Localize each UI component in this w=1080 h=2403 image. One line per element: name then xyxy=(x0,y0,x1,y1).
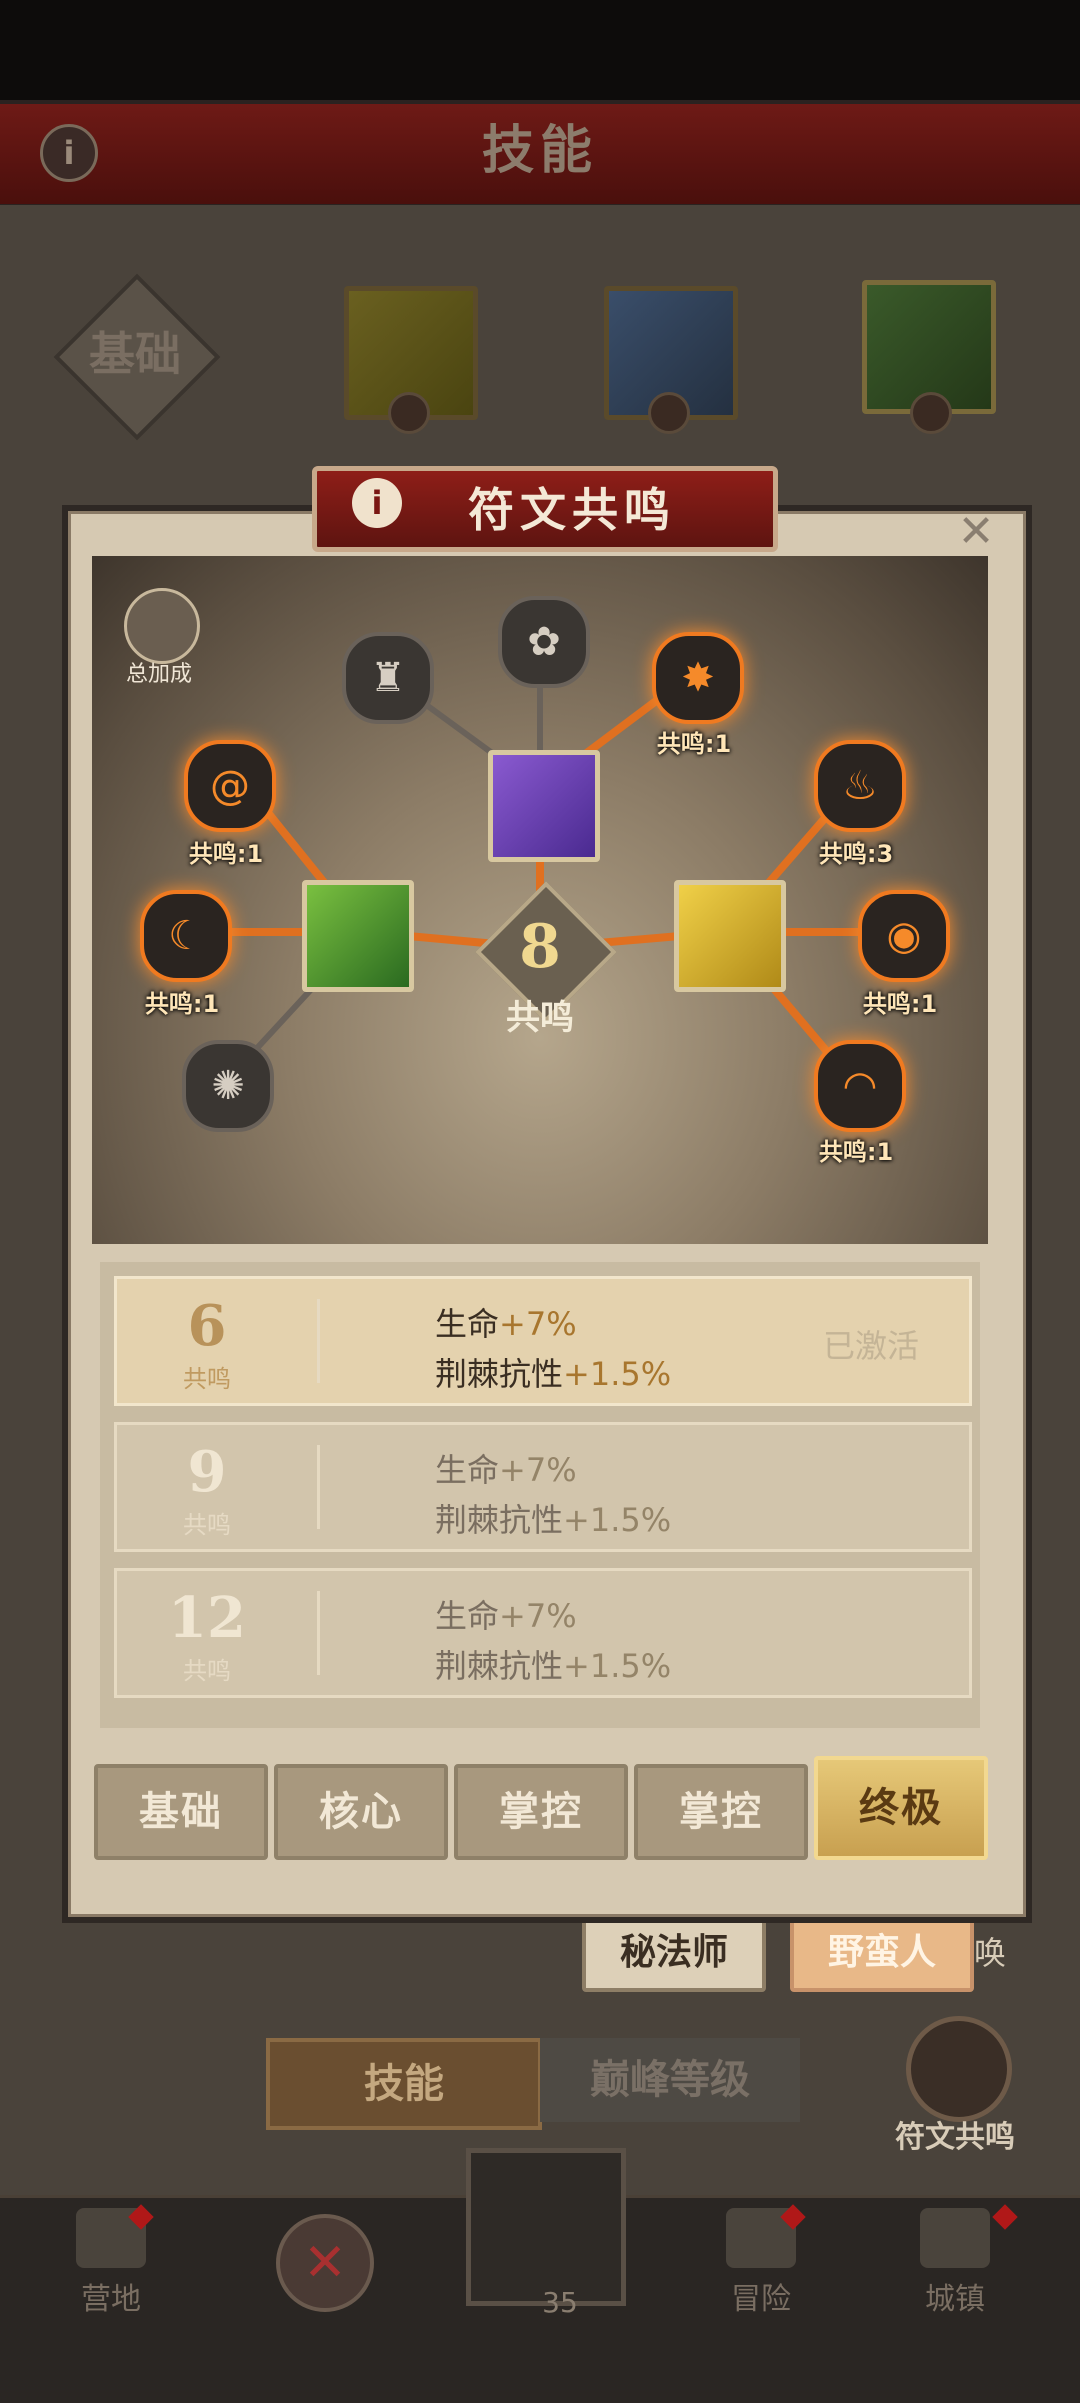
node-count: 共鸣:1 xyxy=(656,730,732,758)
hero-portrait-slot[interactable] xyxy=(466,2148,626,2306)
tier-stat-2: 荆棘抗性+1.5% xyxy=(435,1647,672,1685)
rune-node-wave[interactable]: ◠ xyxy=(814,1040,906,1132)
tier-stat-1: 生命+7% xyxy=(435,1597,577,1635)
tier-stat-1: 生命+7% xyxy=(435,1451,577,1489)
tower-icon: ♜ xyxy=(370,655,406,701)
tab-skills[interactable]: 技能 xyxy=(266,2038,542,2130)
rune-badge-icon xyxy=(910,392,952,434)
skill-icon-spirit[interactable] xyxy=(674,880,786,992)
currency-count: 35 xyxy=(542,2286,578,2319)
rune-badge-icon xyxy=(388,392,430,434)
rune-node-flame[interactable]: ♨ xyxy=(814,740,906,832)
eye-icon: ◉ xyxy=(886,913,922,959)
close-icon[interactable]: ✕ xyxy=(952,508,1000,556)
burst-icon: ✸ xyxy=(681,655,715,701)
splat-icon: ✺ xyxy=(211,1063,245,1109)
rune-node-burst[interactable]: ✸ xyxy=(652,632,744,724)
total-bonus-label: 总加成 xyxy=(125,662,192,687)
node-count: 共鸣:1 xyxy=(818,1138,894,1166)
tab-mastery-1[interactable]: 掌控 xyxy=(454,1764,628,1860)
status-bar-area xyxy=(0,0,1080,100)
page-title: 技能 xyxy=(481,121,598,181)
resonance-total-label: 共鸣 xyxy=(506,998,574,1038)
flower-icon: ✿ xyxy=(527,619,561,665)
tier-threshold: 12 xyxy=(168,1585,246,1651)
tab-mastery-2[interactable]: 掌控 xyxy=(634,1764,808,1860)
info-icon[interactable]: i xyxy=(352,478,402,528)
claw-icon: ☾ xyxy=(168,913,204,959)
divider xyxy=(317,1299,320,1383)
tier-stat-2: 荆棘抗性+1.5% xyxy=(435,1355,672,1393)
resonance-total-value: 8 xyxy=(519,912,561,982)
rune-node-tower[interactable]: ♜ xyxy=(342,632,434,724)
wave-icon: ◠ xyxy=(842,1063,878,1109)
tier-threshold: 6 xyxy=(187,1293,227,1359)
tier-unit: 共鸣 xyxy=(183,1657,231,1685)
class-button-barbarian[interactable]: 野蛮人 xyxy=(790,1914,974,1992)
rune-resonance-icon[interactable] xyxy=(906,2016,1012,2122)
tab-core[interactable]: 核心 xyxy=(274,1764,448,1860)
tab-basic[interactable]: 基础 xyxy=(94,1764,268,1860)
flame-icon: ♨ xyxy=(842,763,878,809)
skill-icon-demon[interactable] xyxy=(488,750,600,862)
rune-node-eye[interactable]: ◉ xyxy=(858,890,950,982)
node-count: 共鸣:1 xyxy=(188,840,264,868)
tier-unit: 共鸣 xyxy=(183,1511,231,1539)
nav-item-adventure[interactable]: 冒险 xyxy=(686,2208,836,2318)
node-count: 共鸣:1 xyxy=(144,990,220,1018)
nav-label-camp: 营地 xyxy=(81,2282,141,2317)
tier-status-stamp: 已激活 xyxy=(822,1327,919,1365)
node-count: 共鸣:1 xyxy=(862,990,938,1018)
nav-label-adventure: 冒险 xyxy=(731,2282,791,2317)
partial-label: 唤 xyxy=(974,1934,1007,1972)
tier-row: 6 共鸣 生命+7% 荆棘抗性+1.5% 已激活 xyxy=(114,1276,972,1406)
nav-label-town: 城镇 xyxy=(925,2282,985,2317)
tier-stat-1: 生命+7% xyxy=(435,1305,577,1343)
rune-badge-icon xyxy=(648,392,690,434)
basic-hero-tab[interactable]: 基础 xyxy=(60,318,210,384)
nav-item-camp[interactable]: 营地 xyxy=(36,2208,186,2318)
tier-row: 9 共鸣 生命+7% 荆棘抗性+1.5% xyxy=(114,1422,972,1552)
tab-peak-level[interactable]: 巅峰等级 xyxy=(540,2038,800,2122)
swirl-icon: @ xyxy=(210,763,250,809)
tier-unit: 共鸣 xyxy=(183,1365,231,1393)
divider xyxy=(317,1445,320,1529)
node-count: 共鸣:3 xyxy=(818,840,894,868)
skill-icon-vine[interactable] xyxy=(302,880,414,992)
tier-threshold: 9 xyxy=(187,1439,227,1505)
rune-node-splat[interactable]: ✺ xyxy=(182,1040,274,1132)
rune-node-claw[interactable]: ☾ xyxy=(140,890,232,982)
info-icon[interactable]: i xyxy=(40,124,98,182)
castle-icon xyxy=(920,2208,990,2268)
divider xyxy=(317,1591,320,1675)
tab-ultimate[interactable]: 终极 xyxy=(814,1756,988,1860)
total-bonus-button[interactable] xyxy=(124,588,200,664)
tier-row: 12 共鸣 生命+7% 荆棘抗性+1.5% xyxy=(114,1568,972,1698)
tier-list: 6 共鸣 生命+7% 荆棘抗性+1.5% 已激活 9 共鸣 生命+7% 荆棘抗性… xyxy=(100,1262,980,1728)
rune-node-flower[interactable]: ✿ xyxy=(498,596,590,688)
class-button-mage[interactable]: 秘法师 xyxy=(582,1914,766,1992)
tier-stat-2: 荆棘抗性+1.5% xyxy=(435,1501,672,1539)
rune-node-swirl[interactable]: @ xyxy=(184,740,276,832)
rune-resonance-label: 符文共鸣 xyxy=(895,2120,1015,2155)
close-circle-icon[interactable]: ✕ xyxy=(276,2214,374,2312)
